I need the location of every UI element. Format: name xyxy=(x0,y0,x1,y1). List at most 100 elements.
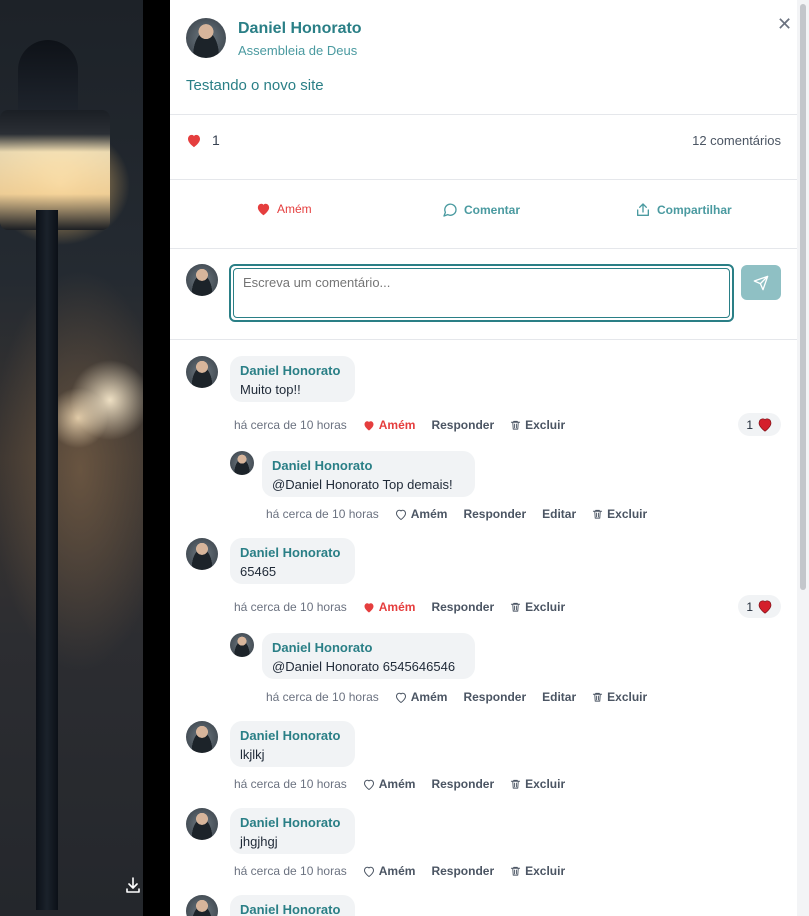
amen-label: Amém xyxy=(277,202,312,216)
trash-icon xyxy=(593,692,603,702)
edit-button[interactable]: Editar xyxy=(542,690,576,704)
comment-box[interactable] xyxy=(229,264,734,322)
delete-label: Excluir xyxy=(525,600,566,614)
comment-time: há cerca de 10 horas xyxy=(234,418,347,432)
comment-time: há cerca de 10 horas xyxy=(234,864,347,878)
reply-author[interactable]: Daniel Honorato xyxy=(272,639,465,657)
reply-bubble: Daniel Honorato @Daniel Honorato 6545646… xyxy=(262,633,475,679)
amen-label: Amém xyxy=(378,600,416,614)
comment-count[interactable]: 12 comentários xyxy=(692,133,781,148)
divider xyxy=(170,339,797,340)
reply-text: @Daniel Honorato Top demais! xyxy=(272,477,453,492)
comment-author[interactable]: Daniel Honorato xyxy=(240,727,345,745)
delete-button[interactable]: Excluir xyxy=(592,507,647,521)
comment-avatar[interactable] xyxy=(186,538,218,570)
comment-label: Comentar xyxy=(464,203,521,217)
share-button[interactable]: Compartilhar xyxy=(635,202,732,218)
heart-outline-icon xyxy=(395,692,406,703)
divider xyxy=(170,114,797,115)
trash-icon xyxy=(511,866,521,876)
share-label: Compartilhar xyxy=(657,203,732,217)
comment-input[interactable] xyxy=(241,274,715,291)
reaction-badge[interactable]: 1 xyxy=(738,413,781,436)
post-author[interactable]: Daniel Honorato xyxy=(238,20,362,38)
comment-amen-button[interactable]: Amém xyxy=(363,777,416,791)
heart-outline-icon xyxy=(363,779,374,790)
reply-button[interactable]: Responder xyxy=(463,690,526,704)
comment-bubble: Daniel Honorato xyxy=(230,895,355,916)
download-icon[interactable] xyxy=(124,876,142,894)
reply-author[interactable]: Daniel Honorato xyxy=(272,457,465,475)
reply-button[interactable]: Responder xyxy=(431,600,494,614)
author-avatar[interactable] xyxy=(186,18,226,58)
post-church: Assembleia de Deus xyxy=(238,43,358,58)
delete-button[interactable]: Excluir xyxy=(510,418,565,432)
scrollbar-thumb[interactable] xyxy=(800,4,806,590)
comment-text: 65465 xyxy=(240,564,277,579)
amen-label: Amém xyxy=(378,418,416,432)
delete-label: Excluir xyxy=(525,777,566,791)
delete-button[interactable]: Excluir xyxy=(510,777,565,791)
reply-button[interactable]: Responder xyxy=(431,864,494,878)
amen-label: Amém xyxy=(410,507,448,521)
reaction-count: 1 xyxy=(746,417,753,432)
comment-button[interactable]: Comentar xyxy=(442,202,520,218)
reply-amen-button[interactable]: Amém xyxy=(395,507,448,521)
like-summary[interactable]: 1 xyxy=(186,132,220,148)
reply-bubble: Daniel Honorato @Daniel Honorato Top dem… xyxy=(262,451,475,497)
amen-button[interactable]: Amém xyxy=(256,202,312,216)
comment-time: há cerca de 10 horas xyxy=(234,777,347,791)
reply-button[interactable]: Responder xyxy=(431,777,494,791)
heart-outline-icon xyxy=(395,509,406,520)
comment-amen-button[interactable]: Amém xyxy=(363,864,415,878)
delete-label: Excluir xyxy=(525,864,566,878)
delete-button[interactable]: Excluir xyxy=(510,864,565,878)
reply-time: há cerca de 10 horas xyxy=(266,507,379,521)
delete-button[interactable]: Excluir xyxy=(510,600,565,614)
amen-label: Amém xyxy=(378,777,416,791)
trash-icon xyxy=(511,602,521,612)
comment-avatar[interactable] xyxy=(186,808,218,840)
reply-avatar[interactable] xyxy=(230,633,254,657)
reply-button[interactable]: Responder xyxy=(463,507,526,521)
comment-bubble: Daniel Honorato Muito top!! xyxy=(230,356,355,402)
reply-button[interactable]: Responder xyxy=(431,418,494,432)
comment-text: jhgjhgj xyxy=(240,834,278,849)
comment-amen-button[interactable]: Amém xyxy=(363,418,416,432)
delete-label: Excluir xyxy=(607,507,648,521)
reply-time: há cerca de 10 horas xyxy=(266,690,379,704)
comment-amen-button[interactable]: Amém xyxy=(363,600,416,614)
comment-icon xyxy=(443,203,457,217)
heart-icon xyxy=(188,134,200,147)
comment-bubble: Daniel Honorato 65465 xyxy=(230,538,355,584)
comment-avatar[interactable] xyxy=(186,356,218,388)
delete-label: Excluir xyxy=(607,690,648,704)
lamp-post xyxy=(36,210,58,910)
comment-avatar[interactable] xyxy=(186,895,218,916)
comment-meta: há cerca de 10 horas Amém Responder Excl… xyxy=(234,864,581,878)
delete-button[interactable]: Excluir xyxy=(592,690,647,704)
post-text: Testando o novo site xyxy=(186,77,324,94)
reply-amen-button[interactable]: Amém xyxy=(395,690,447,704)
heart-icon xyxy=(364,602,374,612)
comment-meta: há cerca de 10 horas Amém Responder Excl… xyxy=(234,418,581,432)
heart-icon xyxy=(758,600,772,614)
trash-icon xyxy=(593,509,603,519)
like-count: 1 xyxy=(212,132,220,148)
comment-meta: há cerca de 10 horas Amém Responder Excl… xyxy=(234,777,581,791)
comment-author[interactable]: Daniel Honorato xyxy=(240,901,345,916)
post-modal: Daniel Honorato Assembleia de Deus ✕ Tes… xyxy=(170,0,797,916)
reply-avatar[interactable] xyxy=(230,451,254,475)
comment-author[interactable]: Daniel Honorato xyxy=(240,814,345,832)
comment-author[interactable]: Daniel Honorato xyxy=(240,544,345,562)
send-button[interactable] xyxy=(741,265,781,300)
edit-button[interactable]: Editar xyxy=(542,507,576,521)
comment-avatar[interactable] xyxy=(186,721,218,753)
delete-label: Excluir xyxy=(525,418,566,432)
heart-icon xyxy=(364,420,374,430)
share-icon xyxy=(637,203,649,216)
reaction-badge[interactable]: 1 xyxy=(738,595,781,618)
close-icon[interactable]: ✕ xyxy=(777,14,792,35)
comment-author[interactable]: Daniel Honorato xyxy=(240,362,345,380)
reply-meta: há cerca de 10 horas Amém Responder Edit… xyxy=(266,507,663,521)
